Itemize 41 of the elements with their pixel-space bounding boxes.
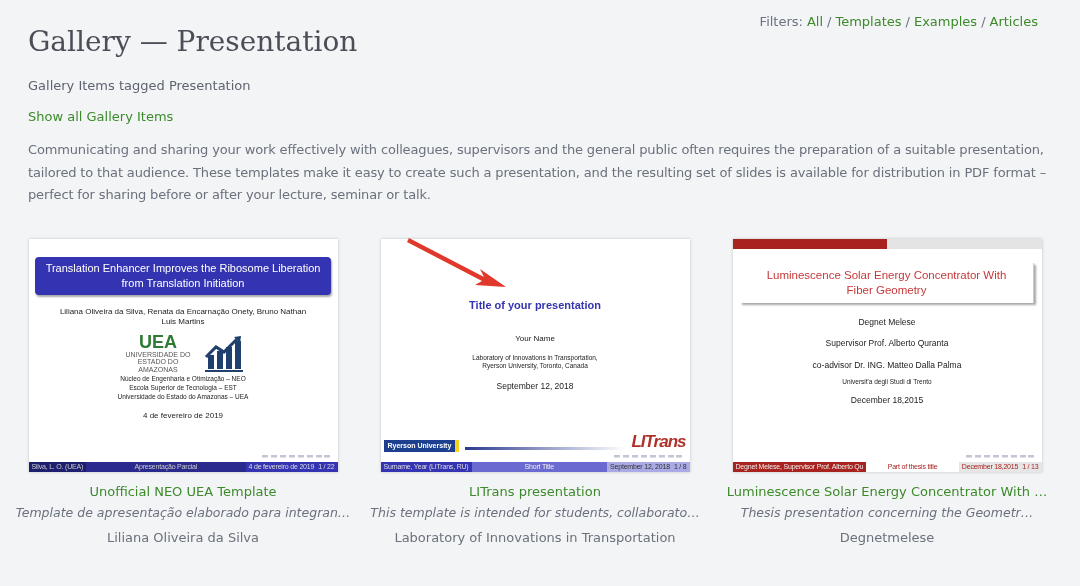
gallery-item-description: Template de apresentação elaborado para integran… [15, 504, 351, 520]
slide-date: December 18,2015 [850, 394, 924, 406]
gallery-item-author: Degnetmelese [839, 529, 935, 545]
page-title: Gallery — Presentation [28, 25, 359, 58]
gallery-item-author: Laboratory of Innovations in Transportation [394, 529, 676, 545]
filters-label: Filters: [759, 14, 803, 29]
slide-navigation-icon [261, 453, 332, 459]
slide-thumbnail[interactable] [732, 238, 1042, 472]
filter-separator: / [905, 14, 910, 29]
gallery-item-author: Liliana Oliveira da Silva [106, 529, 260, 545]
logo-text: UEA [139, 332, 177, 351]
chart-logo-icon [204, 335, 244, 373]
slide-title: Title of your presentation [469, 298, 601, 313]
gallery-item-description: Thesis presentation concerning the Geometr… [740, 504, 1034, 520]
logo-text: LITrans [631, 431, 686, 452]
slide-text: Supervisor Prof. Alberto Quranta [825, 338, 949, 349]
description: Communicating and sharing your work effectively with colleagues, supervisors and the general public often requires the preparation of a suitable presentation, tailored to that audience. These templates make it easy to create such a presentation, and the resulting set of slides is available for distribution in PDF format – perfect for sharing before or after your lecture, seminar or talk. [28, 141, 1048, 204]
filter-link[interactable]: Articles [989, 14, 1038, 29]
slide-navigation-icon [613, 453, 684, 459]
gallery-item-title[interactable]: Unofficial NEO UEA Template [89, 483, 277, 499]
gallery-item-title[interactable]: Luminescence Solar Energy Concentrator With … [726, 483, 1048, 499]
slide-author: Your Name [515, 334, 555, 345]
slide-title: Translation Enhancer Improves the Ribosome Liberation from Translation Initiation [35, 256, 331, 295]
show-all-link[interactable]: Show all Gallery Items [28, 109, 174, 124]
filter-link[interactable]: All [806, 14, 824, 29]
slide-thumbnail[interactable] [380, 238, 690, 472]
slide-date: September 12, 2018 [496, 380, 574, 392]
slide-text: co-advisor Dr. ING. Matteo Dalla Palma [812, 359, 962, 371]
filter-link[interactable]: Examples [913, 14, 978, 29]
gallery-item-description: This template is intended for students, collaborato… [370, 504, 700, 520]
slide-date: 4 de fevereiro de 2019 [142, 411, 224, 422]
filter-link[interactable]: Templates [835, 14, 902, 29]
filter-separator: / [981, 14, 986, 29]
gallery-item-title[interactable]: LITrans presentation [469, 483, 601, 499]
slide-title: Luminescence Solar Energy Concentrator With Fiber Geometry [740, 262, 1034, 303]
slide-text: Degnet Melese [858, 316, 916, 328]
slide-navigation-icon [965, 453, 1036, 459]
slide-authors: Liliana Oliveira da Silva, Renata da Encarnação Onety, Bruno Nathan Luis Martins [58, 306, 308, 327]
page-subtitle: Gallery Items tagged Presentation [28, 78, 252, 93]
slide-thumbnail[interactable] [28, 238, 338, 472]
filter-separator: / [827, 14, 832, 29]
